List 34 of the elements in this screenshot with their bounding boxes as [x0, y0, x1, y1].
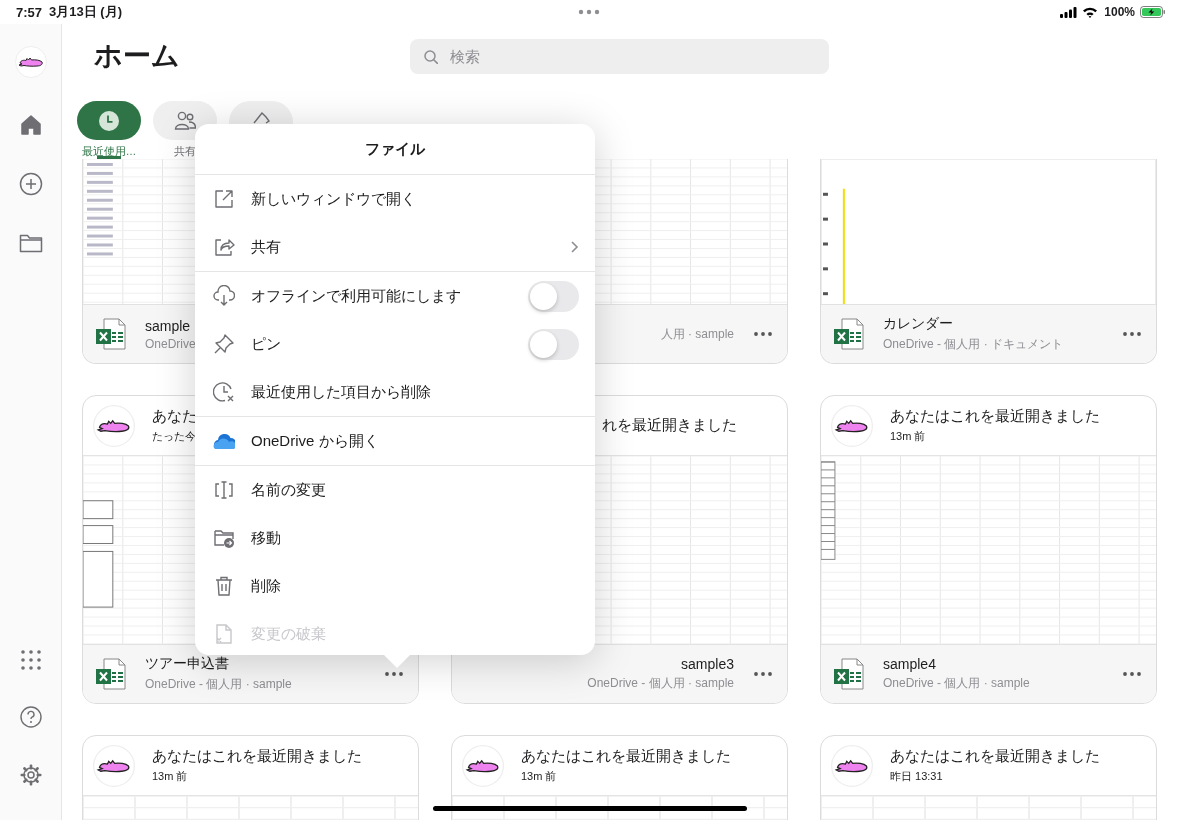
menu-item[interactable]: OneDrive から開く — [195, 417, 595, 465]
file-location: OneDrive - 個人用 · sample — [587, 675, 734, 692]
file-name: sample4 — [883, 656, 937, 672]
activity-time: 13m 前 — [152, 769, 189, 784]
activity-text: あなた — [152, 407, 197, 426]
file-name: ツアー申込書 — [145, 655, 230, 673]
file-name: カレンダー — [883, 315, 954, 333]
activity-text: れを最近開きました — [602, 416, 737, 435]
status-time: 7:57 — [16, 4, 43, 20]
file-location: OneDrive — [145, 336, 196, 351]
activity-text: あなたはこれを最近開きました — [152, 747, 362, 766]
file-location: OneDrive - 個人用 · ドキュメント — [883, 336, 1063, 353]
file-location: 人用 · sample — [660, 325, 734, 343]
file-name: sample — [145, 317, 192, 334]
activity-text: あなたはこれを最近開きました — [890, 747, 1100, 766]
file-location: OneDrive - 個人用 · sample — [883, 675, 1030, 692]
page-title: ホーム — [94, 39, 181, 73]
activity-time: たった今 — [152, 429, 197, 444]
file-card[interactable]: あなたはこれを最近開きました 昨日 13:31 — [820, 735, 1157, 820]
activity-text: あなたはこれを最近開きました — [890, 407, 1100, 426]
battery-level: 100% — [1104, 5, 1135, 19]
file-card[interactable]: あなたはこれを最近開きました 13m 前 sample4 OneDrive - 個人用 · sample — [820, 395, 1157, 704]
activity-time: 13m 前 — [521, 769, 558, 784]
activity-time: 13m 前 — [890, 429, 927, 444]
menu-title: ファイル — [195, 124, 595, 175]
status-date: 3月13日 (月) — [49, 3, 122, 21]
file-card[interactable]: あなたはこれを最近開きました 13m 前 — [451, 735, 788, 820]
activity-text: あなたはこれを最近開きました — [521, 747, 731, 766]
file-card[interactable]: あなたはこれを最近開きました 13m 前 — [82, 735, 419, 820]
file-name: sample3 — [681, 656, 734, 672]
file-location: OneDrive - 個人用 · sample — [145, 676, 292, 693]
file-card[interactable]: カレンダー OneDrive - 個人用 · ドキュメント — [820, 159, 1157, 364]
search-field[interactable]: 検索 — [410, 38, 829, 74]
activity-time: 昨日 13:31 — [890, 769, 944, 784]
